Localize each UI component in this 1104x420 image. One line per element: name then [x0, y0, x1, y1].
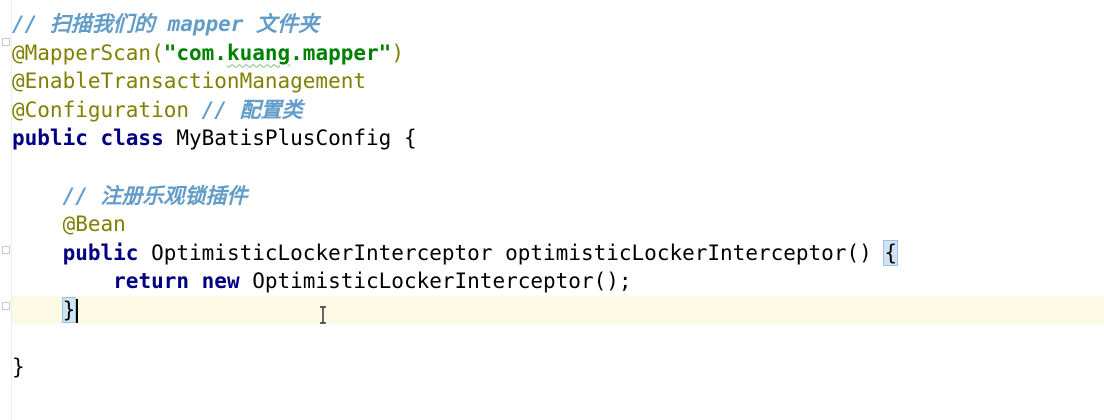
- code-token-annotation: @Bean: [62, 212, 126, 237]
- code-line[interactable]: @EnableTransactionManagement: [12, 67, 1104, 95]
- ibeam-cursor-icon: [320, 306, 326, 324]
- code-line[interactable]: // 注册乐观锁插件: [12, 182, 1104, 210]
- code-line[interactable]: @MapperScan("com.kuang.mapper"): [12, 39, 1104, 67]
- code-token-keyword: return new: [113, 269, 253, 294]
- code-token-comment: // 扫描我们的 mapper 文件夹: [12, 12, 320, 36]
- code-token-string: .mapper": [290, 40, 392, 65]
- editor-gutter[interactable]: [0, 0, 12, 420]
- code-token-string: "com.: [163, 40, 227, 65]
- fold-marker-icon[interactable]: [2, 38, 10, 46]
- text-caret: [76, 299, 79, 323]
- code-token-annotation: @EnableTransactionManagement: [12, 69, 367, 94]
- code-token-brace-match: {: [883, 239, 899, 266]
- code-line[interactable]: }: [12, 296, 1104, 324]
- code-line[interactable]: public class MyBatisPlusConfig {: [12, 124, 1104, 152]
- code-line[interactable]: // 扫描我们的 mapper 文件夹: [12, 10, 1104, 38]
- code-line[interactable]: @Configuration // 配置类: [12, 96, 1104, 124]
- code-line[interactable]: @Bean: [12, 210, 1104, 238]
- code-token-plain: }: [12, 355, 25, 380]
- code-token-annotation: @Configuration: [12, 97, 202, 122]
- code-token-comment: // 注册乐观锁插件: [62, 183, 248, 208]
- code-token-string-squiggle: kuang: [226, 40, 291, 65]
- code-token-annotation: @MapperScan(: [12, 40, 164, 65]
- code-token-keyword: public class: [12, 126, 177, 151]
- code-token-brace-match: }: [61, 297, 77, 323]
- code-token-annotation: ): [391, 40, 404, 65]
- code-line[interactable]: }: [12, 353, 1104, 381]
- code-line[interactable]: return new OptimisticLockerInterceptor()…: [12, 267, 1104, 295]
- code-line[interactable]: [12, 325, 1104, 353]
- fold-marker-icon[interactable]: [2, 302, 10, 310]
- code-token-plain: MyBatisPlusConfig {: [176, 126, 417, 151]
- code-token-comment: // 配置类: [201, 97, 303, 122]
- code-editor[interactable]: // 扫描我们的 mapper 文件夹 @MapperScan("com.kuan…: [12, 0, 1104, 420]
- code-line[interactable]: [12, 153, 1104, 181]
- code-token-plain: OptimisticLockerInterceptor();: [252, 269, 632, 294]
- code-line[interactable]: public OptimisticLockerInterceptor optim…: [12, 239, 1104, 267]
- fold-marker-icon[interactable]: [2, 246, 10, 254]
- code-token-plain: OptimisticLockerInterceptor optimisticLo…: [151, 240, 885, 265]
- code-token-keyword: public: [62, 240, 152, 265]
